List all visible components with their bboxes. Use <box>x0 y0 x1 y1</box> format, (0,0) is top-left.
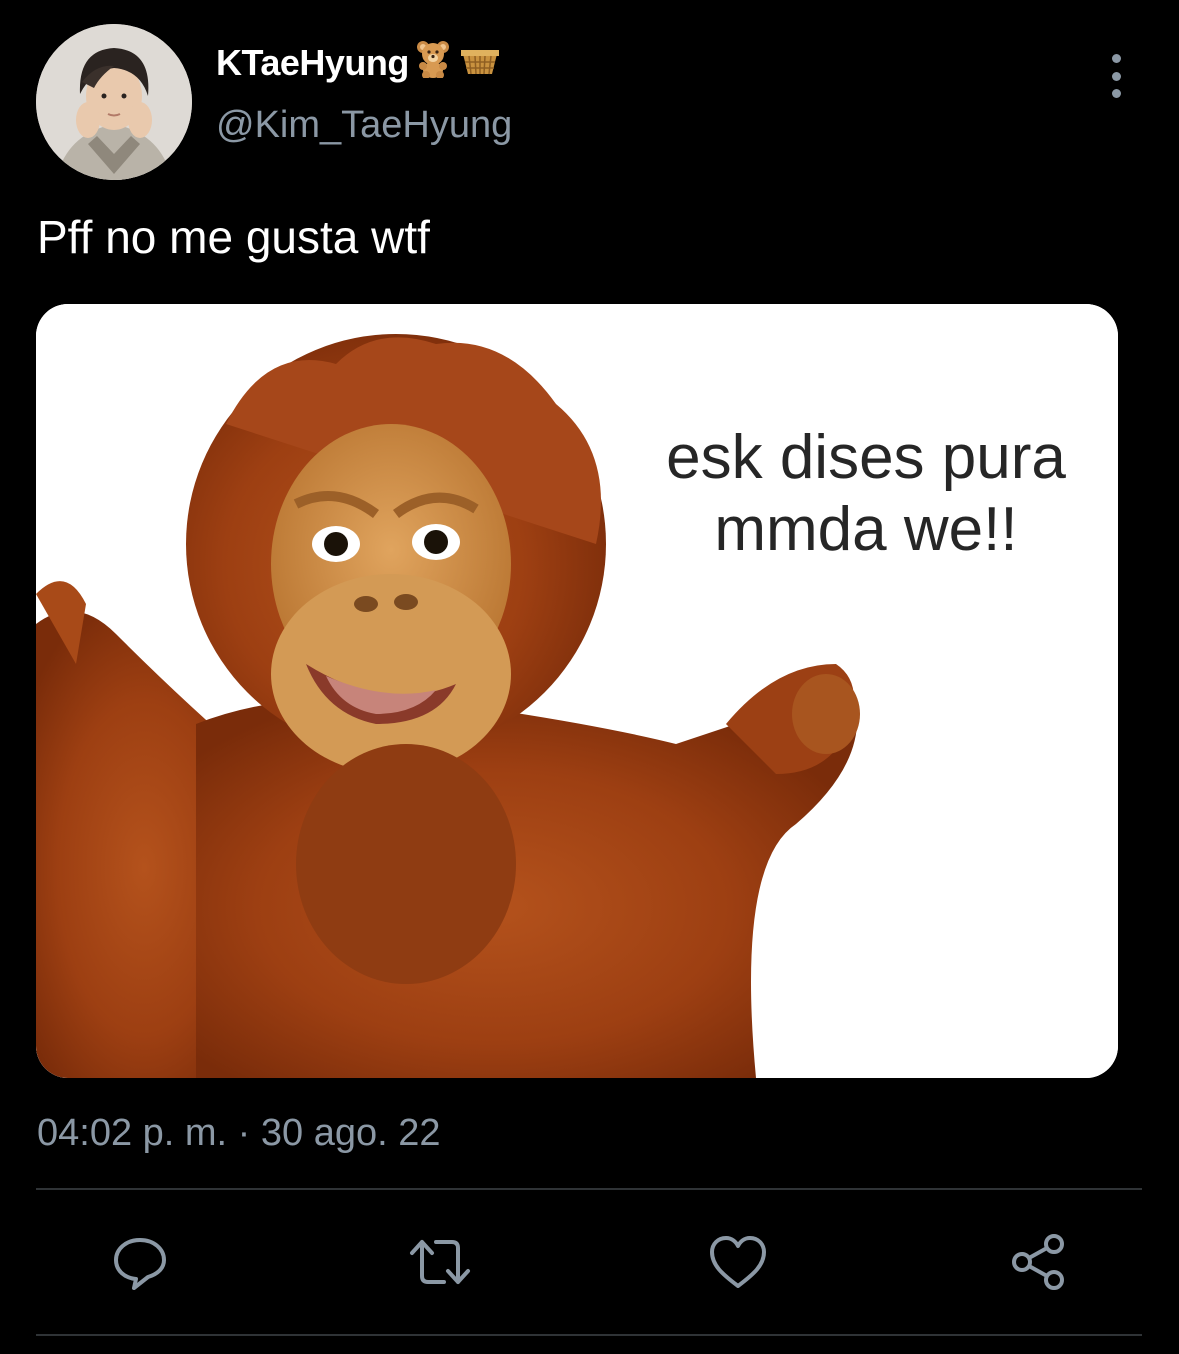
more-dot <box>1111 71 1121 81</box>
heart-icon <box>710 1236 766 1288</box>
more-dot <box>1111 89 1121 98</box>
meme-caption: esk dises pura mmda we!! <box>596 422 1118 566</box>
reply-icon <box>114 1238 166 1290</box>
tweet-timestamp[interactable]: 04:02 p. m. · 30 ago. 22 <box>37 1112 441 1155</box>
author-display-name[interactable]: KTaeHyung <box>216 42 409 84</box>
basket-emoji-icon <box>457 38 503 87</box>
orangutan-puppet-illustration <box>36 304 1118 1078</box>
divider <box>36 1188 1142 1190</box>
reply-button[interactable] <box>108 1230 172 1294</box>
teddy-bear-emoji-icon <box>413 38 453 87</box>
author-handle[interactable]: @Kim_TaeHyung <box>216 104 512 147</box>
like-button[interactable] <box>706 1230 770 1294</box>
retweet-button[interactable] <box>408 1230 472 1294</box>
more-dot <box>1111 54 1121 63</box>
tweet-actions-bar <box>0 1230 1179 1300</box>
meme-caption-text: esk dises pura mmda we!! <box>666 423 1066 564</box>
divider <box>36 1334 1142 1336</box>
more-vertical-icon[interactable] <box>1096 54 1136 98</box>
tweet-text: Pff no me gusta wtf <box>37 211 430 263</box>
avatar-image <box>36 24 192 180</box>
avatar[interactable] <box>36 24 192 180</box>
retweet-icon <box>410 1240 470 1284</box>
tweet-media-image[interactable]: esk dises pura mmda we!! <box>36 304 1118 1078</box>
share-icon <box>1012 1234 1064 1290</box>
share-button[interactable] <box>1006 1230 1070 1294</box>
author-name-row[interactable]: KTaeHyung <box>216 38 503 87</box>
